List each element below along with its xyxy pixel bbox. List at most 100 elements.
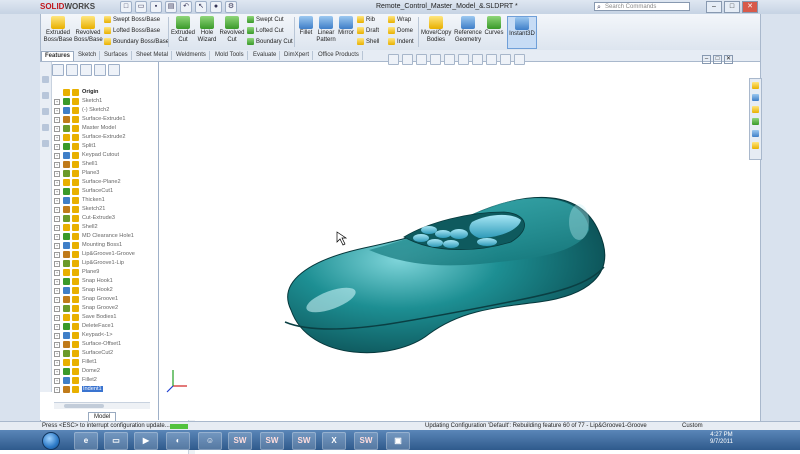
expand-toggle-icon[interactable]: + [54, 297, 60, 303]
expand-toggle-icon[interactable]: + [54, 351, 60, 357]
tab-sketch[interactable]: Sketch [75, 51, 101, 60]
expand-toggle-icon[interactable]: + [54, 189, 60, 195]
feature-tree-item[interactable]: + Lip&Groove1-Lip [54, 259, 135, 268]
feature-tree-tab-icon[interactable] [52, 64, 64, 76]
feature-tree-item[interactable]: + Sketch21 [54, 205, 135, 214]
boundary-boss-button[interactable]: Boundary Boss/Base [104, 38, 169, 47]
expand-toggle-icon[interactable]: + [54, 279, 60, 285]
indent-button[interactable]: Indent [388, 38, 414, 47]
solidworks-resources-icon[interactable] [752, 82, 759, 89]
feature-tree-item[interactable]: + DeleteFace1 [54, 322, 135, 331]
model-view[interactable] [159, 62, 749, 420]
viewport-close-button[interactable]: ✕ [724, 55, 733, 64]
expand-toggle-icon[interactable]: + [54, 261, 60, 267]
design-library-icon[interactable] [752, 94, 759, 101]
expand-toggle-icon[interactable]: + [54, 162, 60, 168]
feature-tree-item[interactable]: + Surface-Extrude1 [54, 115, 135, 124]
expand-toggle-icon[interactable]: + [54, 378, 60, 384]
internet-explorer-icon[interactable]: e [74, 432, 98, 450]
section-view-icon[interactable] [430, 54, 441, 65]
start-button[interactable] [42, 432, 60, 450]
tab-weldments[interactable]: Weldments [173, 51, 210, 60]
open-icon[interactable]: ▭ [135, 1, 147, 13]
tab-surfaces[interactable]: Surfaces [101, 51, 132, 60]
messenger-icon[interactable]: ☺ [198, 432, 222, 450]
zoom-to-area-icon[interactable] [402, 54, 413, 65]
hide-show-items-icon[interactable] [472, 54, 483, 65]
key[interactable] [421, 226, 437, 234]
tree-tool-icon[interactable] [42, 108, 49, 115]
expand-toggle-icon[interactable]: + [54, 225, 60, 231]
mirror-button[interactable]: Mirror [337, 16, 355, 37]
configuration-manager-tab-icon[interactable] [80, 64, 92, 76]
expand-toggle-icon[interactable]: + [54, 234, 60, 240]
save-icon[interactable]: ▪ [150, 1, 162, 13]
custom-properties-icon[interactable] [752, 142, 759, 149]
expand-toggle-icon[interactable]: + [54, 369, 60, 375]
solidworks-taskbar-icon[interactable]: SW [228, 432, 252, 450]
feature-tree-item[interactable]: + Surface-Plane2 [54, 178, 135, 187]
key[interactable] [435, 230, 451, 238]
file-explorer-icon[interactable] [752, 106, 759, 113]
expand-toggle-icon[interactable]: + [54, 288, 60, 294]
view-orientation-icon[interactable] [444, 54, 455, 65]
expand-toggle-icon[interactable]: + [54, 342, 60, 348]
viewport-restore-button[interactable]: □ [713, 55, 722, 64]
filter-icon[interactable] [42, 76, 49, 83]
search-commands-input[interactable]: ⌕ Search Commands [594, 2, 690, 11]
expand-toggle-icon[interactable]: + [54, 126, 60, 132]
feature-tree-item[interactable]: + Save Bodies1 [54, 313, 135, 322]
feature-tree-item[interactable]: + Surface-Offset1 [54, 340, 135, 349]
shell-button[interactable]: Shell [357, 38, 379, 47]
feature-tree-item[interactable]: + Sketch1 [54, 97, 135, 106]
expand-toggle-icon[interactable]: + [54, 333, 60, 339]
feature-tree-item[interactable]: + Master Model [54, 124, 135, 133]
feature-tree-item[interactable]: + Fillet1 [54, 358, 135, 367]
feature-tree-item[interactable]: + Dome2 [54, 367, 135, 376]
extruded-cut-button[interactable]: Extruded Cut [171, 16, 195, 44]
media-player-icon[interactable]: ▶ [134, 432, 158, 450]
tree-tool-icon[interactable] [42, 92, 49, 99]
expand-toggle-icon[interactable]: + [54, 135, 60, 141]
reference-geometry-button[interactable]: Reference Geometry [453, 16, 483, 44]
display-style-icon[interactable] [458, 54, 469, 65]
property-manager-tab-icon[interactable] [66, 64, 78, 76]
expand-toggle-icon[interactable]: + [54, 153, 60, 159]
feature-tree-item[interactable]: + Surface-Extrude2 [54, 133, 135, 142]
swept-boss-button[interactable]: Swept Boss/Base [104, 16, 160, 25]
feature-tree-item[interactable]: Origin [54, 88, 135, 97]
tab-features[interactable]: Features [41, 51, 75, 61]
tab-sheet-metal[interactable]: Sheet Metal [133, 51, 173, 60]
graphics-area[interactable] [159, 62, 749, 420]
key[interactable] [477, 238, 497, 246]
appearances-icon[interactable] [752, 130, 759, 137]
expand-toggle-icon[interactable]: + [54, 315, 60, 321]
rib-button[interactable]: Rib [357, 16, 375, 25]
move-copy-bodies-button[interactable]: Move/Copy Bodies [421, 16, 451, 44]
key[interactable] [427, 239, 443, 247]
zoom-to-fit-icon[interactable] [388, 54, 399, 65]
feature-tree-item[interactable]: + MD Clearance Hole1 [54, 232, 135, 241]
solidworks-taskbar-icon[interactable]: SW [354, 432, 378, 450]
tab-dimxpert[interactable]: DimXpert [281, 51, 314, 60]
feature-tree-item[interactable]: + Snap Groove2 [54, 304, 135, 313]
expand-toggle-icon[interactable]: + [54, 144, 60, 150]
maximize-button[interactable]: □ [724, 1, 740, 13]
tab-mold-tools[interactable]: Mold Tools [212, 51, 248, 60]
previous-view-icon[interactable] [416, 54, 427, 65]
undo-icon[interactable]: ↶ [180, 1, 192, 13]
edit-appearance-icon[interactable] [486, 54, 497, 65]
expand-toggle-icon[interactable]: + [54, 198, 60, 204]
wrap-button[interactable]: Wrap [388, 16, 411, 25]
feature-tree-item[interactable]: + Cut-Extrude3 [54, 214, 135, 223]
view-palette-icon[interactable] [752, 118, 759, 125]
view-settings-icon[interactable] [514, 54, 525, 65]
app-icon[interactable]: ▣ [386, 432, 410, 450]
tree-horizontal-scrollbar[interactable] [54, 402, 150, 409]
file-explorer-icon[interactable]: ▭ [104, 432, 128, 450]
key[interactable] [443, 240, 459, 248]
revolved-cut-button[interactable]: Revolved Cut [219, 16, 245, 44]
system-clock[interactable]: 4:27 PM 9/7/2011 [710, 432, 733, 446]
tree-tool-icon[interactable] [42, 140, 49, 147]
excel-icon[interactable]: X [322, 432, 346, 450]
